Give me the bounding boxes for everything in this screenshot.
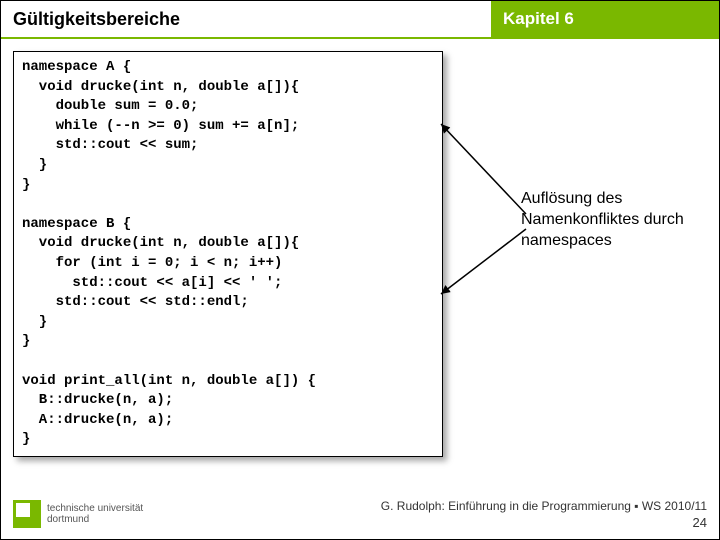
- tu-logo-icon: [13, 500, 41, 528]
- code-listing: namespace A { void drucke(int n, double …: [13, 51, 443, 457]
- slide-header: Gültigkeitsbereiche Kapitel 6: [1, 1, 719, 39]
- footer-credit-block: G. Rudolph: Einführung in die Programmie…: [381, 499, 707, 530]
- slide-footer: technische universität dortmund G. Rudol…: [1, 489, 719, 539]
- logo-line2: dortmund: [47, 514, 143, 525]
- slide-title: Gültigkeitsbereiche: [1, 1, 491, 39]
- university-logo: technische universität dortmund: [13, 500, 143, 528]
- page-number: 24: [381, 515, 707, 530]
- university-name: technische universität dortmund: [47, 503, 143, 525]
- credit-line: G. Rudolph: Einführung in die Programmie…: [381, 499, 707, 513]
- slide-content: namespace A { void drucke(int n, double …: [1, 39, 719, 469]
- annotation-text: Auflösung des Namenkonfliktes durch name…: [521, 189, 701, 251]
- chapter-label: Kapitel 6: [491, 1, 719, 39]
- logo-line1: technische universität: [47, 503, 143, 514]
